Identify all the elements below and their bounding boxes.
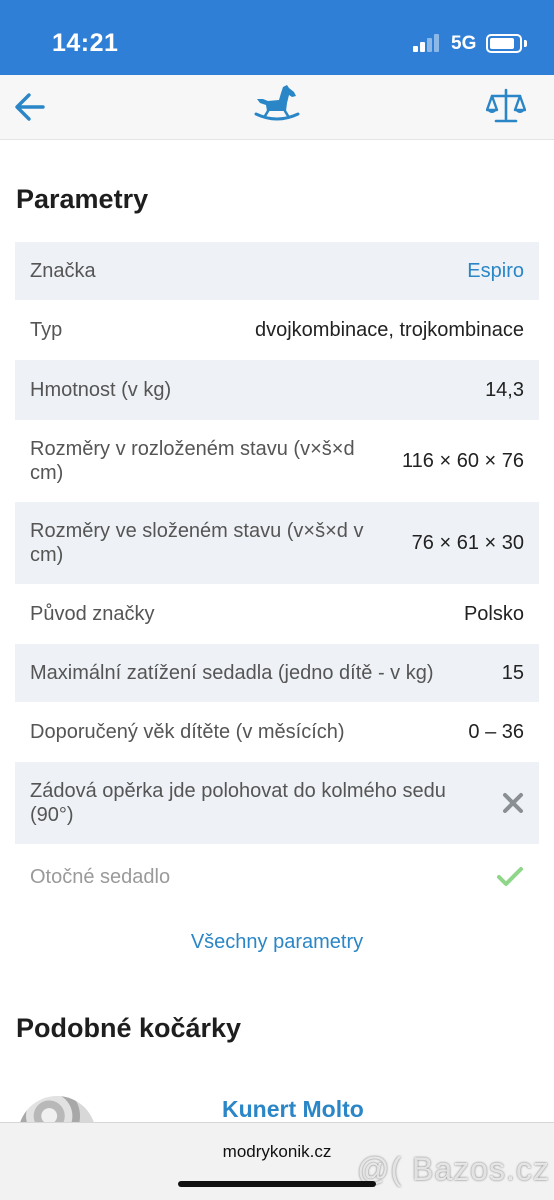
param-label: Otočné sedadlo: [30, 866, 171, 888]
param-row-rotating-seat: Otočné sedadlo: [15, 844, 539, 910]
param-row-folded-size: Rozměry ve složeném stavu (v×š×d v cm) 7…: [15, 502, 539, 584]
similar-product-link[interactable]: Kunert Molto: [222, 1096, 364, 1123]
param-value: Polsko: [463, 602, 524, 625]
param-row-backrest: Zádová opěrka jde polohovat do kolmého s…: [15, 762, 539, 844]
nav-bar: [0, 75, 554, 140]
param-label: Zádová opěrka jde polohovat do kolmého s…: [30, 780, 446, 826]
param-value: 14,3: [485, 378, 524, 401]
rocking-horse-icon: [254, 85, 300, 121]
param-row-brand: Značka Espiro: [15, 242, 539, 300]
param-label: Značka: [30, 260, 96, 282]
cross-icon: [503, 793, 523, 813]
param-row-unfolded-size: Rozměry v rozloženém stavu (v×š×d cm) 11…: [15, 420, 539, 502]
param-value: 116 × 60 × 76: [402, 449, 524, 472]
param-label: Doporučený věk dítěte (v měsících): [30, 721, 345, 743]
battery-icon: [486, 34, 522, 53]
home-logo-button[interactable]: [253, 83, 301, 130]
all-parameters-link[interactable]: Všechny parametry: [0, 931, 554, 954]
param-label: Původ značky: [30, 603, 155, 625]
param-row-weight: Hmotnost (v kg) 14,3: [15, 360, 539, 420]
status-bar: 14:21 5G: [0, 0, 554, 75]
parameters-table: Značka Espiro Typ dvojkombinace, trojkom…: [15, 242, 539, 910]
param-row-type: Typ dvojkombinace, trojkombinace: [15, 300, 539, 360]
param-label: Rozměry v rozloženém stavu (v×š×d cm): [30, 438, 355, 484]
param-label: Hmotnost (v kg): [30, 379, 172, 401]
param-row-recommended-age: Doporučený věk dítěte (v měsících) 0 – 3…: [15, 702, 539, 762]
param-value: dvojkombinace, trojkombinace: [254, 318, 524, 341]
param-label: Typ: [30, 319, 63, 341]
scales-icon: [485, 88, 527, 123]
checkmark-icon: [497, 867, 523, 886]
param-label: Maximální zatížení sedadla (jedno dítě -…: [30, 662, 434, 684]
param-row-brand-origin: Původ značky Polsko: [15, 584, 539, 644]
arrow-left-icon: [15, 93, 45, 121]
param-value: 76 × 61 × 30: [411, 531, 524, 554]
signal-strength-icon: [413, 34, 441, 52]
brand-link[interactable]: Espiro: [467, 260, 524, 283]
param-value: 0 – 36: [468, 720, 524, 743]
status-time: 14:21: [52, 29, 119, 57]
param-label: Rozměry ve složeném stavu (v×š×d v cm): [30, 520, 364, 566]
compare-button[interactable]: [485, 86, 527, 131]
section-title-parameters: Parametry: [16, 184, 149, 214]
watermark: @( Bazos.cz: [357, 1151, 550, 1187]
back-button[interactable]: [12, 85, 48, 134]
network-type: 5G: [451, 33, 477, 54]
param-value: 15: [501, 661, 524, 684]
param-row-max-load: Maximální zatížení sedadla (jedno dítě -…: [15, 644, 539, 702]
section-title-similar: Podobné kočárky: [16, 1013, 242, 1043]
home-indicator[interactable]: [178, 1181, 376, 1187]
